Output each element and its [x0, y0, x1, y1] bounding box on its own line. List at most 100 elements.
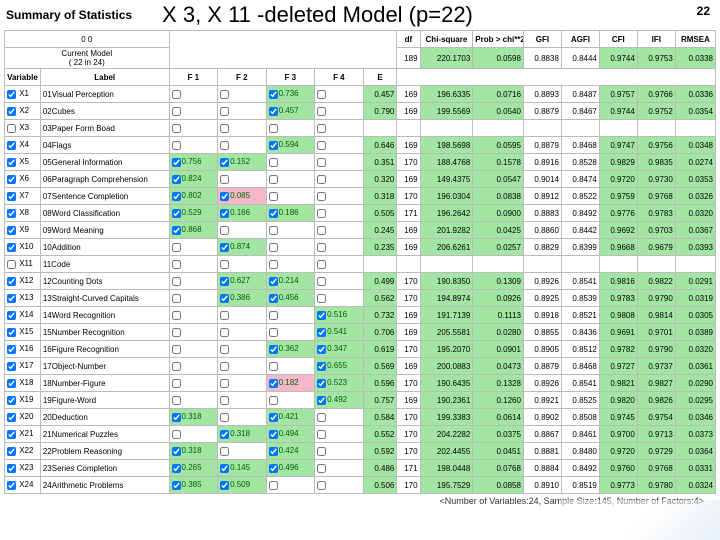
checkbox[interactable] [269, 396, 278, 405]
checkbox[interactable] [172, 481, 181, 490]
checkbox[interactable] [172, 311, 181, 320]
checkbox[interactable] [317, 90, 326, 99]
checkbox[interactable] [7, 124, 16, 133]
checkbox[interactable] [269, 294, 278, 303]
checkbox[interactable] [172, 158, 181, 167]
checkbox[interactable] [269, 192, 278, 201]
checkbox[interactable] [7, 90, 16, 99]
checkbox[interactable] [172, 209, 181, 218]
checkbox[interactable] [269, 226, 278, 235]
checkbox[interactable] [172, 396, 181, 405]
checkbox[interactable] [269, 464, 278, 473]
checkbox[interactable] [220, 260, 229, 269]
checkbox[interactable] [220, 430, 229, 439]
checkbox[interactable] [317, 464, 326, 473]
checkbox[interactable] [7, 192, 16, 201]
checkbox[interactable] [269, 209, 278, 218]
checkbox[interactable] [7, 430, 16, 439]
checkbox[interactable] [317, 379, 326, 388]
checkbox[interactable] [317, 277, 326, 286]
checkbox[interactable] [317, 209, 326, 218]
checkbox[interactable] [220, 141, 229, 150]
checkbox[interactable] [172, 192, 181, 201]
checkbox[interactable] [269, 345, 278, 354]
checkbox[interactable] [172, 243, 181, 252]
checkbox[interactable] [7, 481, 16, 490]
checkbox[interactable] [317, 481, 326, 490]
checkbox[interactable] [7, 175, 16, 184]
checkbox[interactable] [172, 430, 181, 439]
checkbox[interactable] [220, 447, 229, 456]
checkbox[interactable] [220, 328, 229, 337]
checkbox[interactable] [220, 192, 229, 201]
checkbox[interactable] [220, 311, 229, 320]
checkbox[interactable] [7, 345, 16, 354]
checkbox[interactable] [220, 277, 229, 286]
checkbox[interactable] [269, 379, 278, 388]
checkbox[interactable] [7, 294, 16, 303]
checkbox[interactable] [220, 294, 229, 303]
checkbox[interactable] [269, 413, 278, 422]
checkbox[interactable] [317, 124, 326, 133]
checkbox[interactable] [220, 243, 229, 252]
checkbox[interactable] [317, 226, 326, 235]
checkbox[interactable] [172, 362, 181, 371]
checkbox[interactable] [317, 328, 326, 337]
checkbox[interactable] [172, 124, 181, 133]
checkbox[interactable] [7, 311, 16, 320]
checkbox[interactable] [220, 175, 229, 184]
checkbox[interactable] [269, 447, 278, 456]
checkbox[interactable] [7, 209, 16, 218]
checkbox[interactable] [317, 192, 326, 201]
checkbox[interactable] [220, 345, 229, 354]
checkbox[interactable] [317, 175, 326, 184]
checkbox[interactable] [269, 141, 278, 150]
checkbox[interactable] [317, 158, 326, 167]
checkbox[interactable] [220, 158, 229, 167]
checkbox[interactable] [317, 294, 326, 303]
checkbox[interactable] [172, 379, 181, 388]
checkbox[interactable] [7, 328, 16, 337]
checkbox[interactable] [7, 464, 16, 473]
checkbox[interactable] [172, 447, 181, 456]
checkbox[interactable] [7, 226, 16, 235]
checkbox[interactable] [220, 379, 229, 388]
checkbox[interactable] [172, 175, 181, 184]
checkbox[interactable] [172, 90, 181, 99]
checkbox[interactable] [220, 362, 229, 371]
checkbox[interactable] [7, 107, 16, 116]
checkbox[interactable] [220, 396, 229, 405]
checkbox[interactable] [269, 328, 278, 337]
checkbox[interactable] [172, 464, 181, 473]
checkbox[interactable] [269, 90, 278, 99]
checkbox[interactable] [269, 158, 278, 167]
checkbox[interactable] [172, 226, 181, 235]
checkbox[interactable] [7, 379, 16, 388]
checkbox[interactable] [317, 345, 326, 354]
checkbox[interactable] [220, 209, 229, 218]
checkbox[interactable] [317, 243, 326, 252]
checkbox[interactable] [7, 243, 16, 252]
checkbox[interactable] [317, 413, 326, 422]
checkbox[interactable] [172, 345, 181, 354]
checkbox[interactable] [269, 260, 278, 269]
checkbox[interactable] [317, 396, 326, 405]
checkbox[interactable] [220, 90, 229, 99]
checkbox[interactable] [269, 430, 278, 439]
checkbox[interactable] [220, 481, 229, 490]
checkbox[interactable] [317, 260, 326, 269]
checkbox[interactable] [172, 294, 181, 303]
checkbox[interactable] [172, 328, 181, 337]
checkbox[interactable] [220, 107, 229, 116]
checkbox[interactable] [269, 124, 278, 133]
checkbox[interactable] [7, 396, 16, 405]
checkbox[interactable] [7, 413, 16, 422]
checkbox[interactable] [7, 158, 16, 167]
checkbox[interactable] [7, 362, 16, 371]
checkbox[interactable] [220, 226, 229, 235]
checkbox[interactable] [172, 260, 181, 269]
checkbox[interactable] [269, 175, 278, 184]
checkbox[interactable] [269, 481, 278, 490]
checkbox[interactable] [269, 362, 278, 371]
checkbox[interactable] [172, 277, 181, 286]
